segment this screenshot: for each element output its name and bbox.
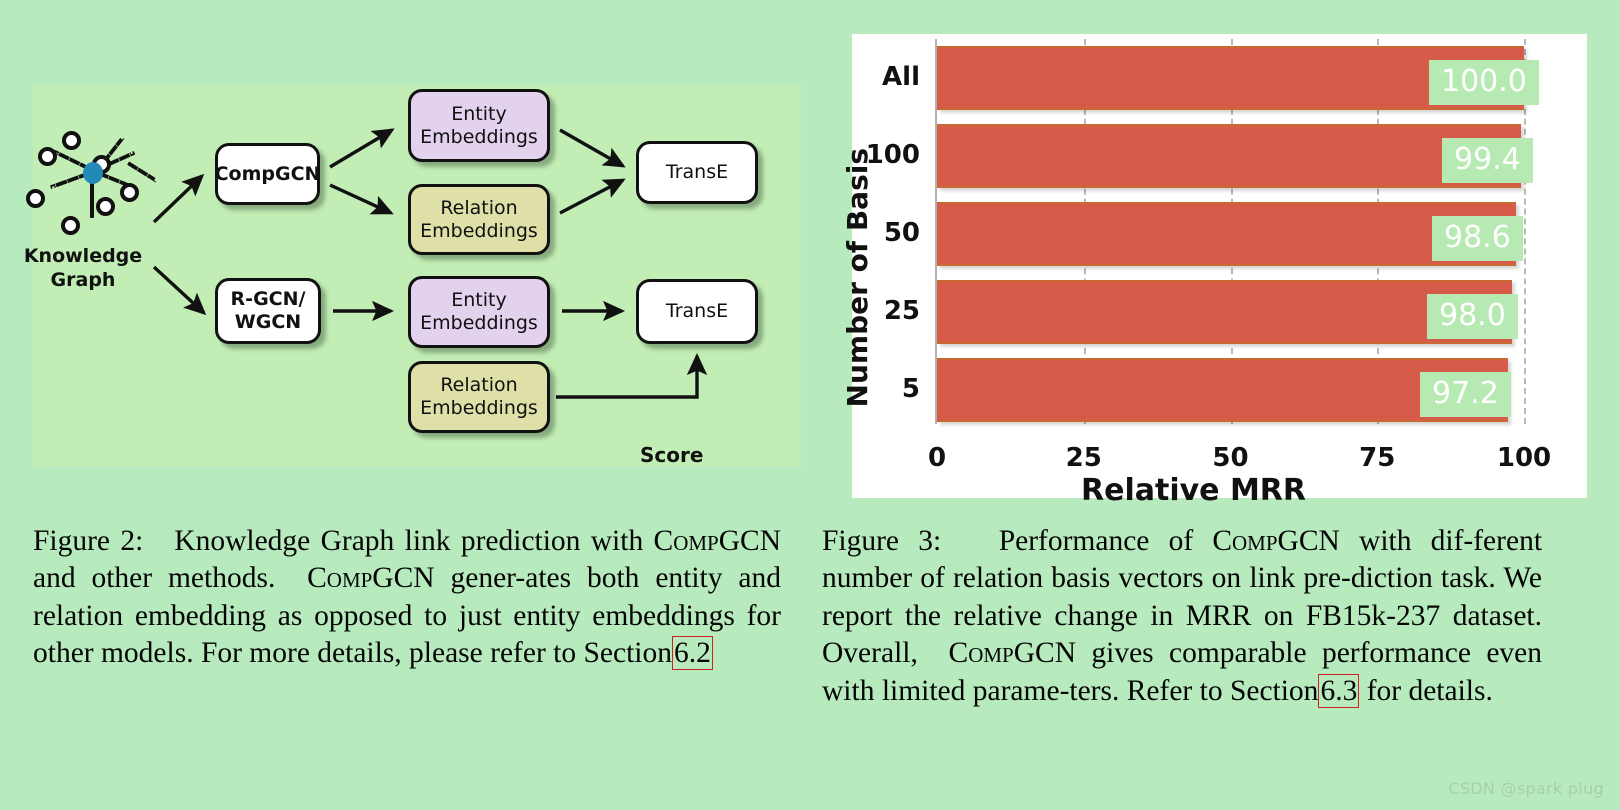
knowledge-graph-cluster bbox=[20, 105, 170, 235]
kg-node bbox=[38, 147, 57, 166]
figure2-caption-text1: Knowledge Graph link prediction with bbox=[174, 525, 644, 557]
entity-bottom-line2: Embeddings bbox=[420, 312, 538, 334]
figure2-caption: Figure 2: Knowledge Graph link predictio… bbox=[33, 523, 781, 673]
kg-center-node bbox=[83, 162, 103, 184]
figure2-caption-sc1: CompGCN bbox=[653, 525, 782, 557]
figure3-caption-prefix: Figure 3: bbox=[822, 525, 942, 557]
figure2-column: Knowledge Graph CompGCN R-GCN/ WGCN Enti… bbox=[0, 0, 810, 810]
figure3-caption-sc1: CompGCN bbox=[1212, 525, 1340, 557]
xtick-50: 50 bbox=[1212, 443, 1249, 473]
chart-y-axis-label: Number of Basis bbox=[841, 148, 874, 408]
box-transe-top[interactable]: TransE bbox=[636, 141, 758, 204]
data-label-50: 98.6 bbox=[1432, 216, 1523, 261]
bar-25[interactable] bbox=[937, 280, 1513, 344]
score-label: Score bbox=[640, 443, 703, 465]
watermark-label: CSDN @spark plug bbox=[1448, 779, 1604, 798]
kg-node bbox=[26, 189, 45, 208]
relation-bottom-line2: Embeddings bbox=[420, 397, 538, 419]
figure2-section-ref-link[interactable]: 6.2 bbox=[671, 636, 713, 671]
transe-bottom-label: TransE bbox=[665, 300, 729, 323]
relation-top-line1: Relation bbox=[440, 196, 518, 219]
box-entity-embeddings-bottom[interactable]: Entity Embeddings bbox=[408, 276, 550, 348]
kg-node bbox=[62, 131, 81, 150]
bar-50[interactable] bbox=[937, 202, 1516, 266]
figure2-caption-text2: and other methods. bbox=[33, 562, 276, 595]
kg-node bbox=[120, 183, 139, 202]
box-rgcn-wgcn[interactable]: R-GCN/ WGCN bbox=[215, 278, 321, 344]
transe-top-label: TransE bbox=[665, 161, 729, 184]
xtick-0: 0 bbox=[927, 443, 947, 473]
entity-top-line1: Entity bbox=[451, 102, 507, 125]
data-label-all: 100.0 bbox=[1429, 60, 1539, 105]
figure3-caption-sc2: CompGCN bbox=[948, 637, 1077, 670]
kg-edge bbox=[126, 161, 158, 183]
figure3-caption: Figure 3: Performance of CompGCN with di… bbox=[822, 523, 1542, 710]
figure3-section-ref-link[interactable]: 6.3 bbox=[1318, 673, 1360, 708]
ytick-25: 25 bbox=[883, 296, 920, 326]
ytick-all: All bbox=[882, 62, 920, 92]
data-label-25: 98.0 bbox=[1427, 294, 1518, 339]
ytick-50: 50 bbox=[883, 218, 920, 248]
box-entity-embeddings-top[interactable]: Entity Embeddings bbox=[408, 89, 550, 162]
bar-100[interactable] bbox=[937, 124, 1521, 188]
box-relation-embeddings-bottom[interactable]: Relation Embeddings bbox=[408, 361, 550, 433]
kg-node bbox=[61, 216, 80, 235]
box-compgcn-label: CompGCN bbox=[214, 162, 321, 185]
xtick-100: 100 bbox=[1496, 443, 1552, 473]
chart-x-axis-label: Relative MRR bbox=[1081, 473, 1306, 508]
chart-plot-area: All 100 50 25 5 0 25 50 75 100 100.0 99.… bbox=[866, 39, 1551, 473]
kg-label-line1: Knowledge bbox=[23, 245, 143, 267]
ytick-5: 5 bbox=[901, 374, 920, 404]
relation-top-line2: Embeddings bbox=[420, 219, 538, 242]
figure-page: Knowledge Graph CompGCN R-GCN/ WGCN Enti… bbox=[0, 0, 1620, 810]
box-relation-embeddings-top[interactable]: Relation Embeddings bbox=[408, 184, 550, 255]
box-rgcn-line2: WGCN bbox=[234, 311, 302, 333]
entity-bottom-line1: Entity bbox=[451, 289, 507, 312]
kg-label-line2: Graph bbox=[50, 268, 116, 291]
kg-node bbox=[96, 197, 115, 216]
score-label-text: Score bbox=[640, 443, 704, 465]
figure2-caption-sc2: CompGCN bbox=[307, 562, 435, 595]
figure3-caption-text4: for details. bbox=[1366, 674, 1493, 707]
xtick-75: 75 bbox=[1359, 443, 1396, 473]
figure3-caption-text1: Performance of bbox=[998, 525, 1194, 557]
box-rgcn-line1: R-GCN/ bbox=[230, 288, 306, 311]
relation-bottom-line1: Relation bbox=[440, 374, 518, 397]
box-transe-bottom[interactable]: TransE bbox=[636, 279, 758, 344]
data-label-100: 99.4 bbox=[1442, 138, 1533, 183]
box-compgcn[interactable]: CompGCN bbox=[215, 143, 320, 205]
data-label-5: 97.2 bbox=[1420, 372, 1511, 417]
xtick-25: 25 bbox=[1065, 443, 1102, 473]
figure2-caption-prefix: Figure 2: bbox=[33, 525, 144, 557]
knowledge-graph-label: Knowledge Graph bbox=[3, 245, 163, 293]
entity-top-line2: Embeddings bbox=[420, 125, 538, 148]
